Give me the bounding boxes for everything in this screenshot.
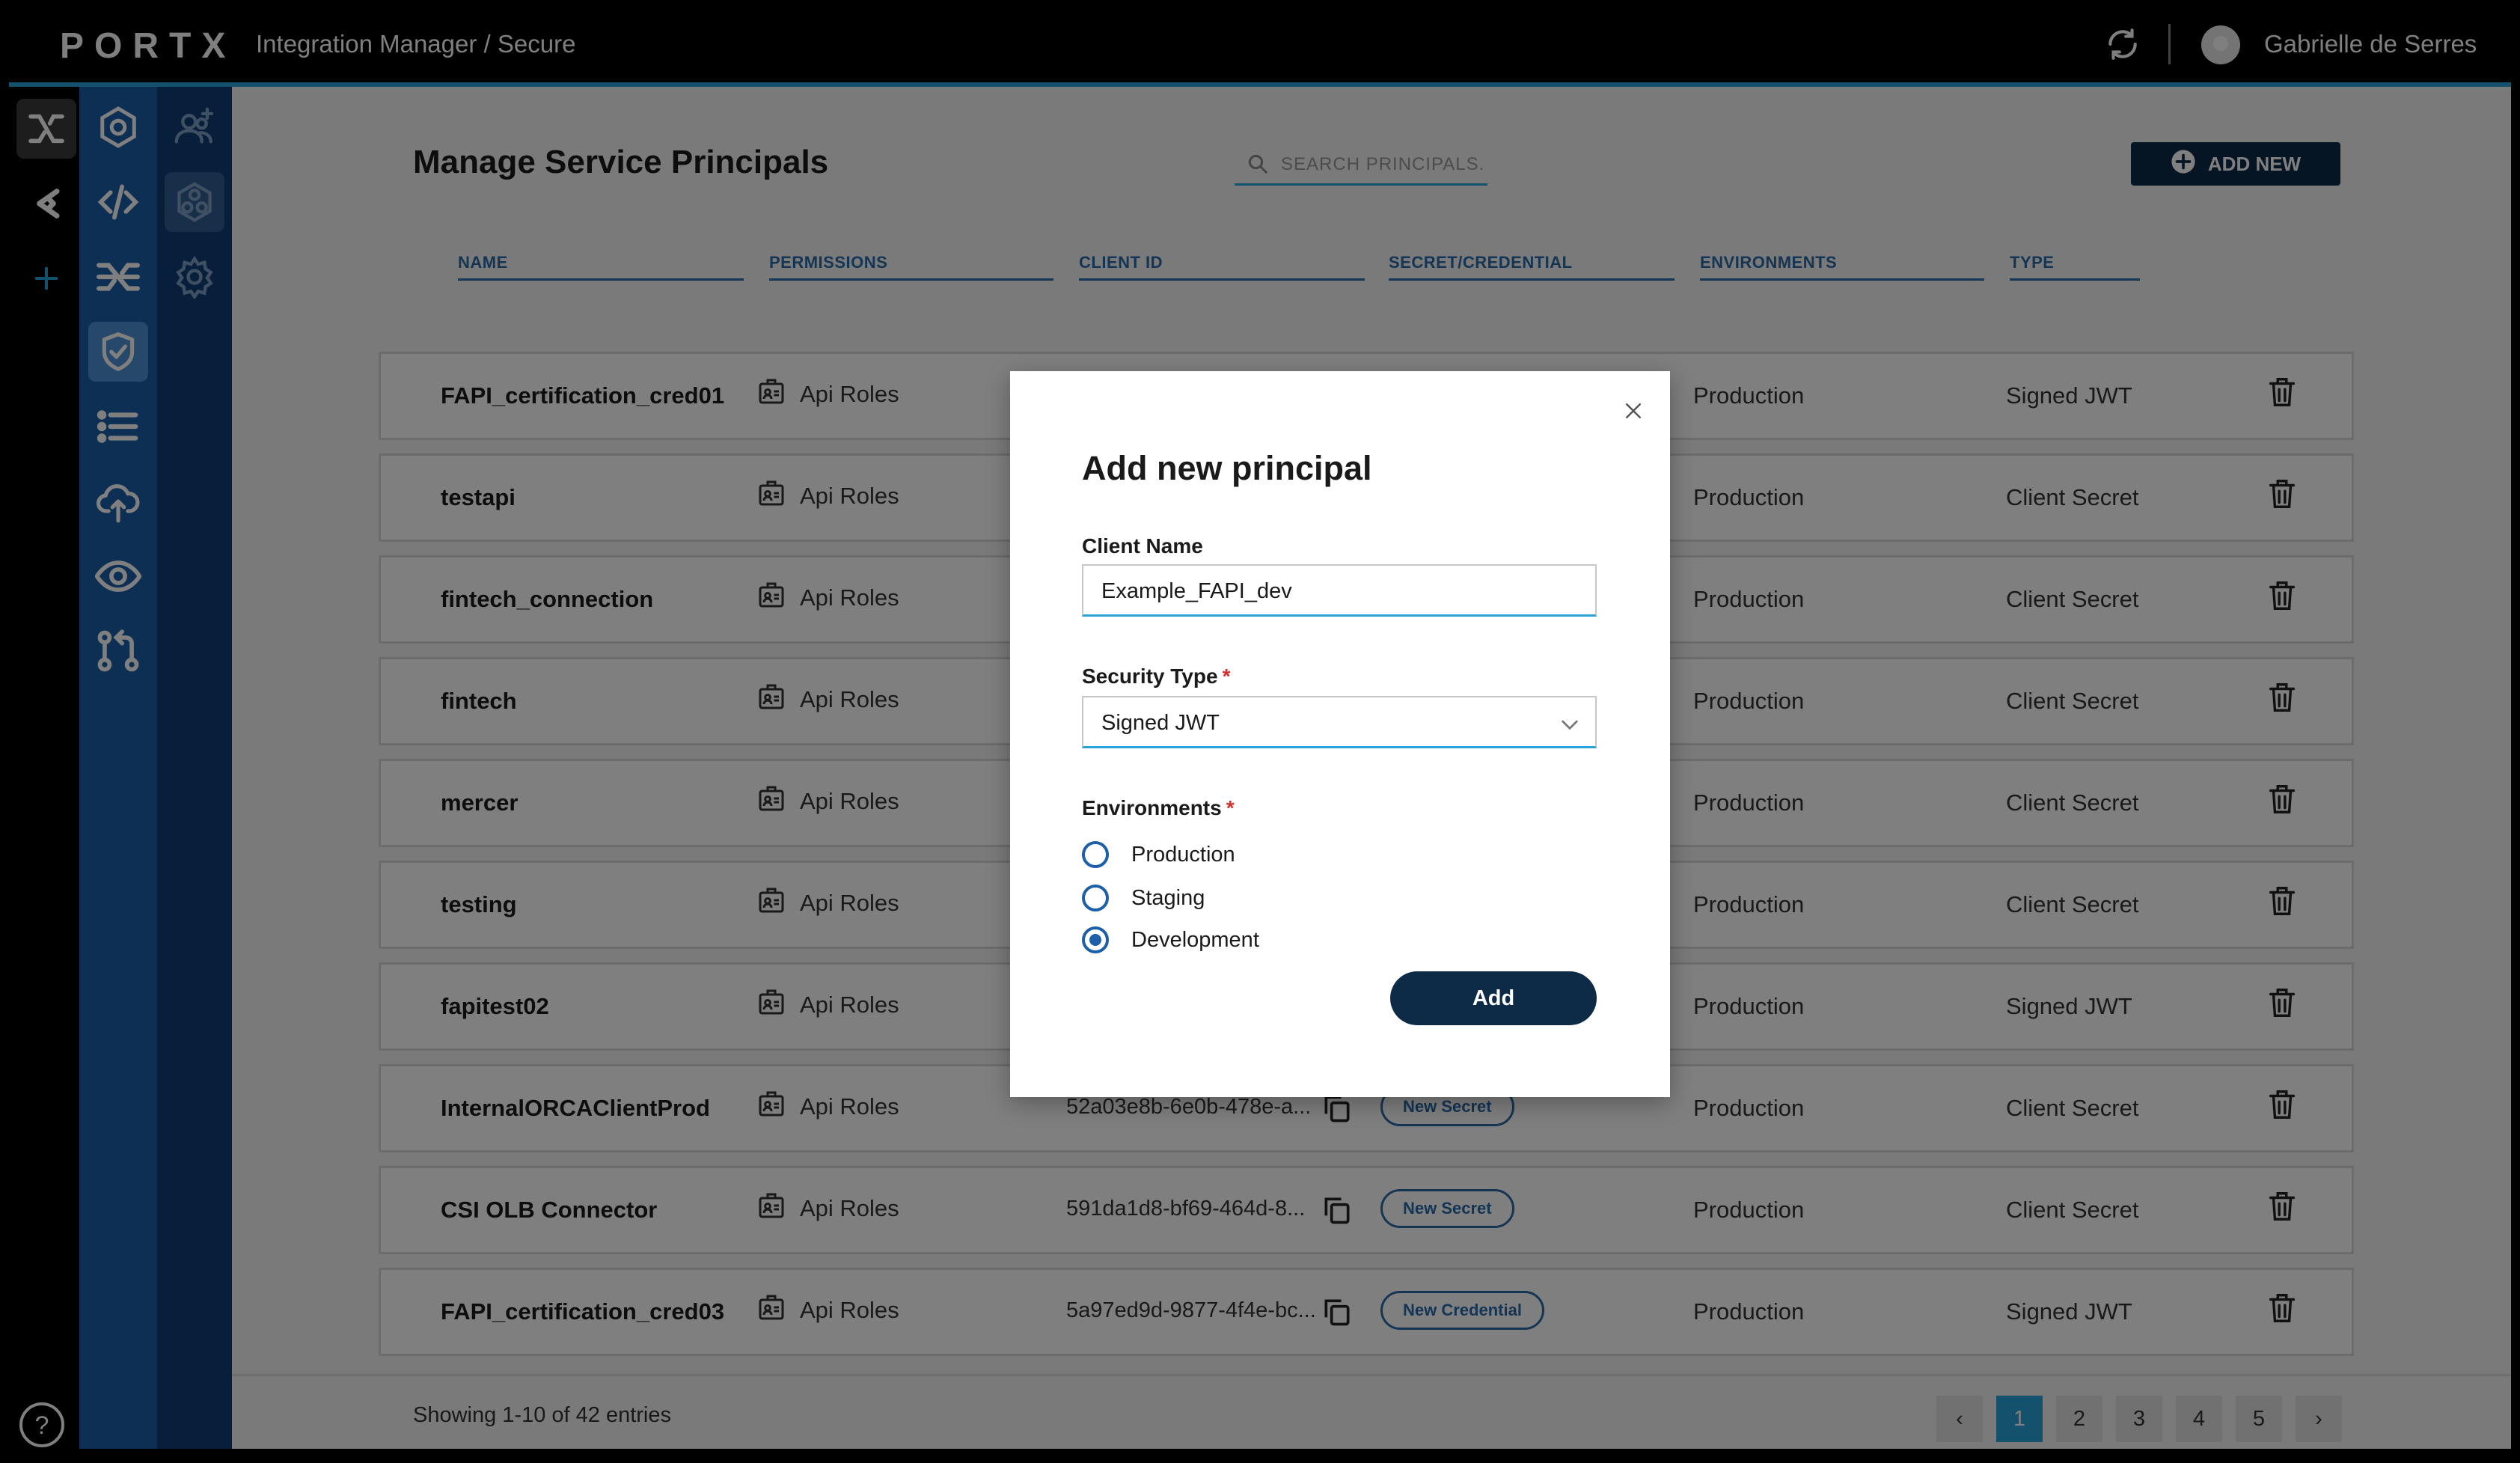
env-radio-production[interactable]: Production xyxy=(1082,841,1235,868)
radio-button-selected[interactable] xyxy=(1082,926,1109,953)
security-type-label: Security Type * xyxy=(1082,665,1231,688)
add-button[interactable]: Add xyxy=(1390,971,1597,1025)
client-name-value: Example_FAPI_dev xyxy=(1101,579,1292,603)
radio-button[interactable] xyxy=(1082,885,1109,911)
chevron-down-icon xyxy=(1558,712,1582,740)
radio-button[interactable] xyxy=(1082,841,1109,868)
client-name-label: Client Name xyxy=(1082,534,1203,558)
env-radio-development[interactable]: Development xyxy=(1082,926,1259,953)
add-principal-dialog: Add new principal Client Name Example_FA… xyxy=(1010,371,1670,1097)
security-type-select[interactable]: Signed JWT xyxy=(1082,696,1597,748)
client-name-field[interactable]: Example_FAPI_dev xyxy=(1082,564,1597,617)
security-type-value: Signed JWT xyxy=(1101,711,1220,735)
dialog-title: Add new principal xyxy=(1082,449,1372,487)
close-icon[interactable] xyxy=(1622,400,1645,422)
environments-label: Environments * xyxy=(1082,796,1235,819)
env-radio-staging[interactable]: Staging xyxy=(1082,885,1205,911)
